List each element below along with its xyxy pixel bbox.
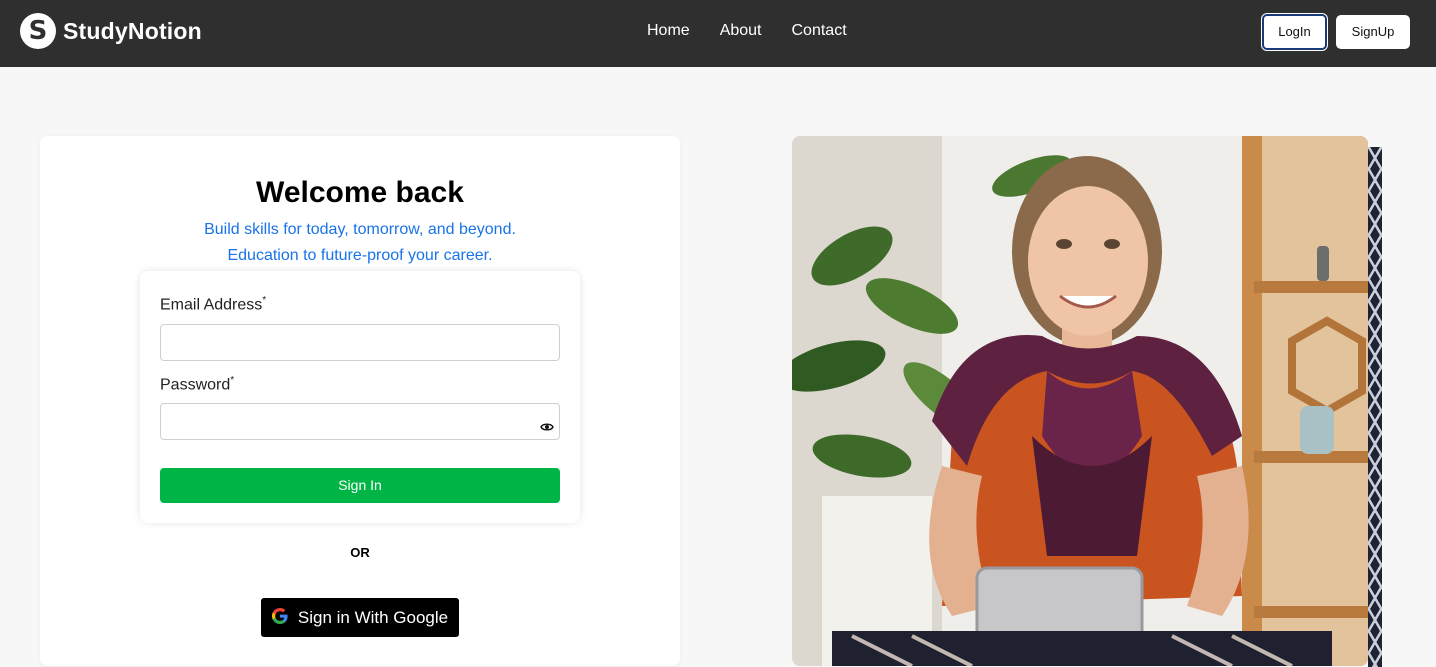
google-button-label: Sign in With Google xyxy=(297,607,449,627)
nav-link-about[interactable]: About xyxy=(720,22,762,40)
logo-text: StudyNotion xyxy=(63,17,202,44)
google-icon xyxy=(271,608,288,624)
or-divider: OR xyxy=(350,545,370,560)
password-label-text: Password xyxy=(160,376,231,394)
hero-photo xyxy=(792,136,1368,666)
signin-button[interactable]: Sign In xyxy=(160,468,560,503)
email-label: Email Address* xyxy=(160,295,266,314)
required-mark: * xyxy=(230,375,235,386)
decorative-pattern xyxy=(1368,147,1382,667)
password-label: Password* xyxy=(160,375,234,394)
login-card: Welcome back Build skills for today, tom… xyxy=(40,136,680,666)
eye-icon[interactable] xyxy=(540,421,554,433)
logo-mark-icon: S xyxy=(20,13,56,49)
email-field[interactable] xyxy=(160,324,560,361)
signup-button[interactable]: SignUp xyxy=(1336,15,1410,49)
login-form: Email Address* Password* Sign In xyxy=(140,271,580,523)
password-field[interactable] xyxy=(160,403,560,440)
required-mark: * xyxy=(262,295,267,306)
page-title: Welcome back xyxy=(256,176,464,209)
navbar: S StudyNotion Home About Contact LogIn S… xyxy=(0,0,1436,67)
subtitle-line-2: Education to future-proof your career. xyxy=(227,247,493,264)
login-button[interactable]: LogIn xyxy=(1262,14,1327,50)
nav-links: Home About Contact xyxy=(647,22,877,40)
email-label-text: Email Address xyxy=(160,296,263,314)
subtitle-line-1: Build skills for today, tomorrow, and be… xyxy=(204,221,516,238)
logo[interactable]: S StudyNotion xyxy=(20,13,202,49)
nav-link-home[interactable]: Home xyxy=(647,22,690,40)
google-signin-button[interactable]: Sign in With Google xyxy=(261,598,459,637)
nav-link-contact[interactable]: Contact xyxy=(792,22,847,40)
student-photo-illustration xyxy=(792,136,1368,666)
